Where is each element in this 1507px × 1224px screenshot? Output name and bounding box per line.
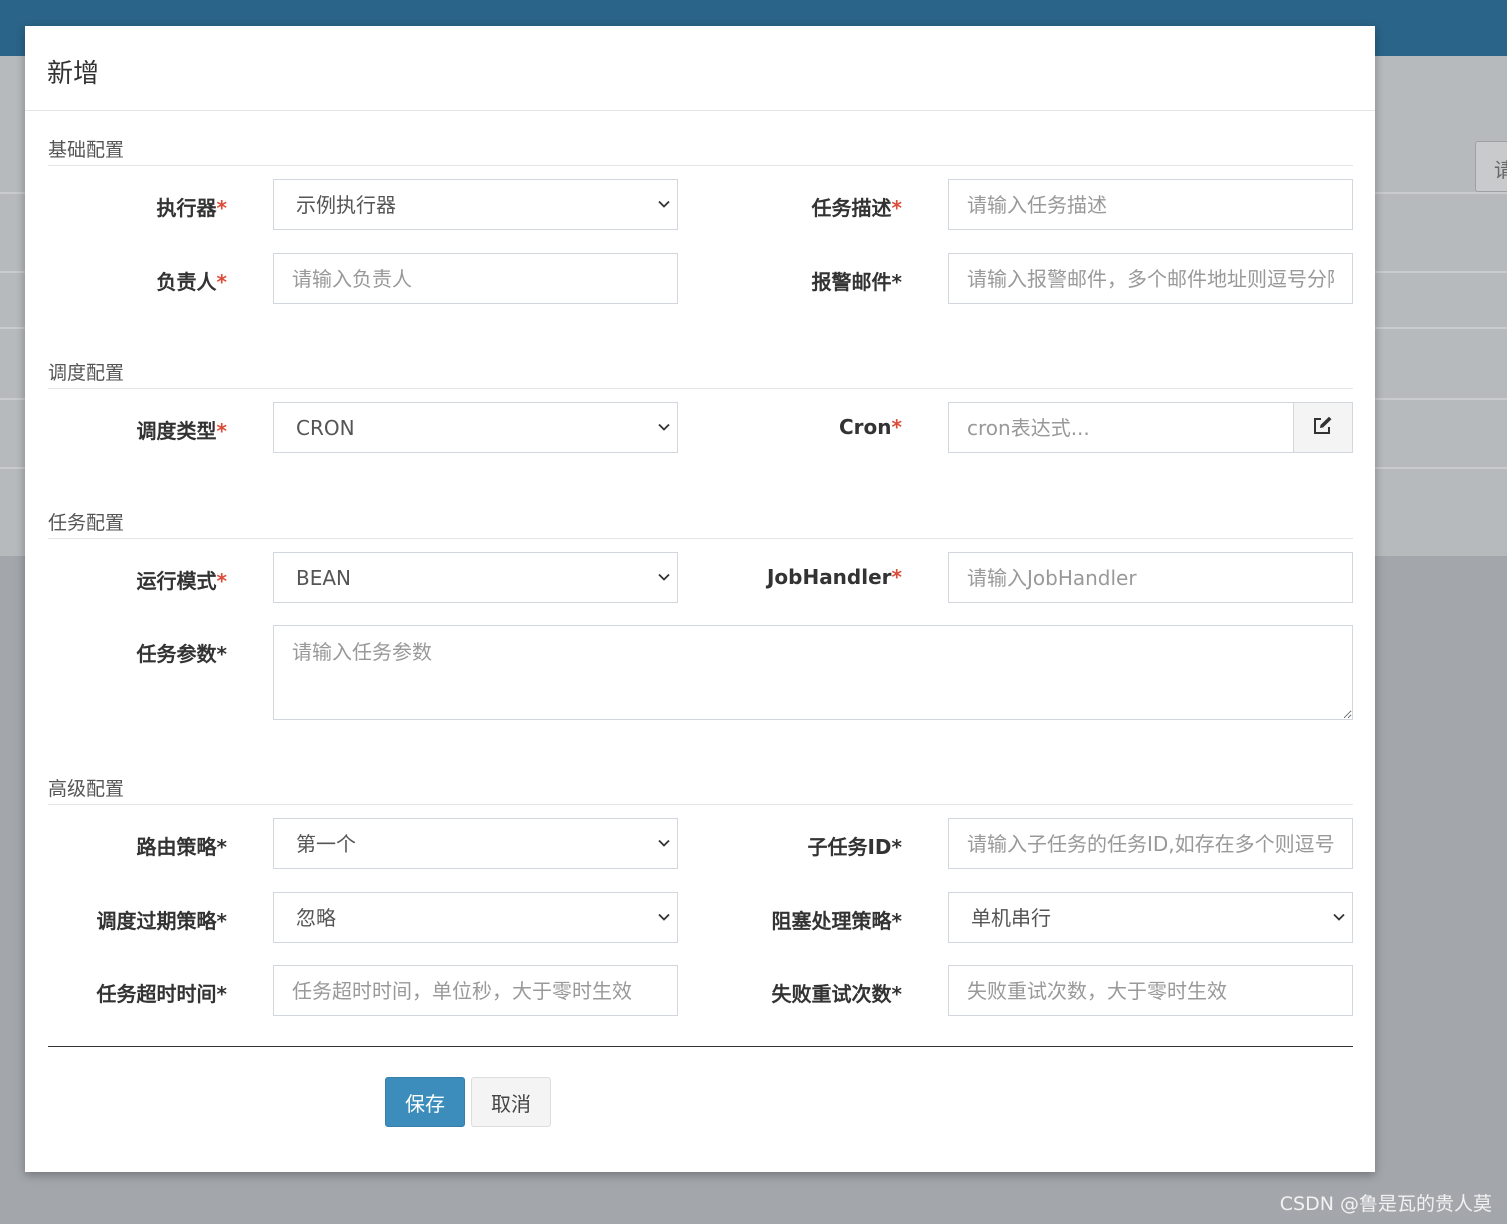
route-strategy-label: 路由策略* bbox=[136, 835, 227, 859]
job-handler-label: JobHandler* bbox=[766, 565, 902, 589]
section-title-basic: 基础配置 bbox=[48, 135, 1353, 166]
executor-label: 执行器* bbox=[156, 196, 227, 220]
child-job-id-label: 子任务ID* bbox=[807, 835, 902, 859]
fail-retry-input[interactable] bbox=[948, 965, 1353, 1016]
child-job-id-input[interactable] bbox=[948, 818, 1353, 869]
schedule-type-label: 调度类型* bbox=[136, 419, 227, 443]
modal-title: 新增 bbox=[47, 59, 100, 89]
job-handler-input[interactable] bbox=[948, 552, 1353, 603]
job-desc-label: 任务描述* bbox=[811, 196, 902, 220]
block-strategy-label: 阻塞处理策略* bbox=[771, 909, 902, 933]
schedule-type-select[interactable]: CRON bbox=[273, 402, 678, 453]
save-button[interactable]: 保存 bbox=[385, 1077, 465, 1127]
add-job-modal: 新增 基础配置 执行器* 示例执行器 任务描述* 负责人* 报警邮件* 调度配置… bbox=[25, 26, 1375, 1172]
alarm-email-label: 报警邮件* bbox=[811, 270, 902, 294]
alarm-email-input[interactable] bbox=[948, 253, 1353, 304]
section-title-schedule: 调度配置 bbox=[48, 358, 1353, 389]
modal-header: 新增 bbox=[25, 26, 1375, 111]
executor-select[interactable]: 示例执行器 bbox=[273, 179, 678, 230]
timeout-input[interactable] bbox=[273, 965, 678, 1016]
block-strategy-select[interactable]: 单机串行 bbox=[948, 892, 1353, 943]
job-param-textarea[interactable] bbox=[273, 625, 1353, 720]
section-title-task: 任务配置 bbox=[48, 508, 1353, 539]
edit-icon bbox=[1312, 416, 1334, 440]
route-strategy-select[interactable]: 第一个 bbox=[273, 818, 678, 869]
author-input[interactable] bbox=[273, 253, 678, 304]
cron-input[interactable] bbox=[948, 402, 1294, 453]
misfire-strategy-label: 调度过期策略* bbox=[96, 909, 227, 933]
fail-retry-label: 失败重试次数* bbox=[771, 982, 902, 1006]
timeout-label: 任务超时时间* bbox=[96, 982, 227, 1006]
misfire-strategy-select[interactable]: 忽略 bbox=[273, 892, 678, 943]
run-mode-select[interactable]: BEAN bbox=[273, 552, 678, 603]
watermark: CSDN @鲁是瓦的贵人莫 bbox=[1279, 1193, 1492, 1215]
background-search-button[interactable]: 请 bbox=[1475, 141, 1507, 192]
form-divider bbox=[48, 1046, 1353, 1047]
cancel-button[interactable]: 取消 bbox=[471, 1077, 551, 1127]
section-title-advanced: 高级配置 bbox=[48, 774, 1353, 805]
cron-edit-button[interactable] bbox=[1294, 402, 1353, 453]
cron-label: Cron* bbox=[839, 415, 902, 439]
job-param-label: 任务参数* bbox=[136, 642, 227, 666]
author-label: 负责人* bbox=[156, 270, 227, 294]
job-desc-input[interactable] bbox=[948, 179, 1353, 230]
run-mode-label: 运行模式* bbox=[136, 569, 227, 593]
